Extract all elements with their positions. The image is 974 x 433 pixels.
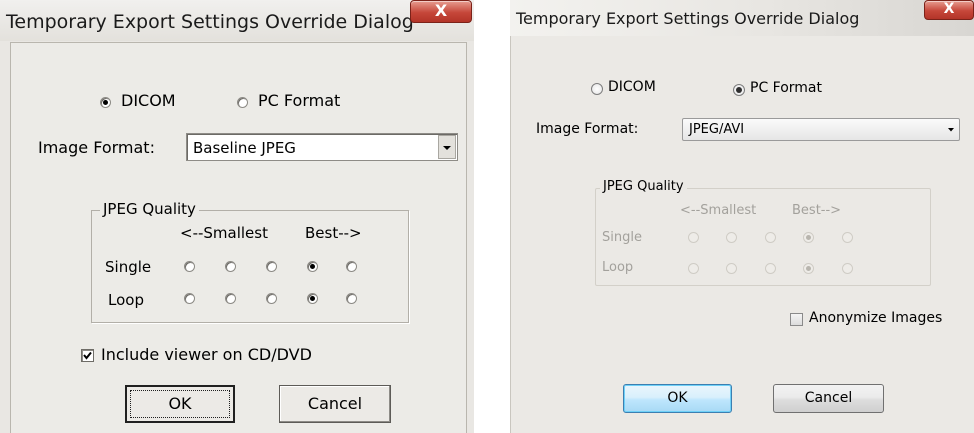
anonymize-images-label: Anonymize Images: [809, 310, 943, 326]
loop-row-label: Loop: [108, 291, 144, 309]
quality-loop-radio-2[interactable]: [225, 293, 236, 304]
quality-loop-radio-3[interactable]: [266, 293, 277, 304]
quality-single-radio-4[interactable]: [803, 232, 814, 243]
pc-format-radio[interactable]: [237, 97, 248, 108]
smallest-label: <--Smallest: [680, 203, 757, 218]
jpeg-quality-group: JPEG Quality <--Smallest Best--> Single …: [91, 200, 409, 323]
quality-loop-radio-5[interactable]: [346, 293, 357, 304]
dialog-body: DICOM PC Format Image Format: Baseline J…: [10, 42, 467, 433]
loop-row-label: Loop: [602, 260, 634, 275]
quality-single-radio-2[interactable]: [726, 232, 737, 243]
checkmark-icon: [83, 351, 92, 360]
jpeg-quality-group: JPEG Quality <--Smallest Best--> Single …: [595, 179, 931, 286]
single-row-label: Single: [602, 230, 642, 245]
image-format-label: Image Format:: [38, 138, 155, 157]
dialog-body: DICOM PC Format Image Format: JPEG/AVI J…: [510, 36, 974, 433]
best-label: Best-->: [792, 203, 842, 218]
close-icon: X: [434, 1, 448, 20]
image-format-select[interactable]: JPEG/AVI: [682, 118, 960, 141]
single-row-label: Single: [105, 258, 152, 276]
jpeg-quality-title: JPEG Quality: [100, 200, 199, 218]
image-format-value: Baseline JPEG: [193, 139, 296, 157]
dicom-label: DICOM: [121, 91, 176, 110]
quality-loop-radio-2[interactable]: [726, 263, 737, 274]
quality-single-radio-4[interactable]: [307, 261, 318, 272]
quality-loop-radio-4[interactable]: [803, 263, 814, 274]
anonymize-images-checkbox[interactable]: [790, 313, 803, 326]
image-format-label: Image Format:: [536, 121, 639, 137]
title-bar: Temporary Export Settings Override Dialo…: [0, 0, 474, 41]
pc-format-radio[interactable]: [733, 84, 745, 96]
dialog-title: Temporary Export Settings Override Dialo…: [6, 11, 414, 33]
close-button[interactable]: X: [410, 0, 472, 23]
cancel-label: Cancel: [804, 390, 853, 406]
quality-loop-radio-4[interactable]: [307, 293, 318, 304]
dialog-title: Temporary Export Settings Override Dialo…: [516, 9, 860, 28]
quality-loop-radio-1[interactable]: [688, 263, 699, 274]
cancel-button[interactable]: Cancel: [773, 384, 884, 413]
jpeg-quality-title: JPEG Quality: [600, 179, 687, 194]
cancel-button[interactable]: Cancel: [279, 385, 391, 423]
quality-loop-radio-5[interactable]: [842, 263, 853, 274]
include-viewer-label: Include viewer on CD/DVD: [101, 345, 312, 364]
quality-single-radio-1[interactable]: [688, 232, 699, 243]
close-button[interactable]: X: [924, 0, 974, 20]
include-viewer-checkbox[interactable]: [81, 349, 94, 362]
dropdown-button[interactable]: [943, 119, 959, 140]
quality-single-radio-3[interactable]: [266, 261, 277, 272]
quality-single-radio-1[interactable]: [184, 261, 195, 272]
chevron-down-icon: [948, 128, 954, 132]
image-format-select[interactable]: Baseline JPEG: [186, 133, 458, 161]
best-label: Best-->: [305, 224, 362, 242]
export-settings-dialog-classic: Temporary Export Settings Override Dialo…: [0, 0, 474, 433]
ok-label: OK: [667, 390, 688, 406]
dicom-radio[interactable]: [591, 83, 603, 95]
focus-ring: [130, 390, 230, 418]
dicom-radio[interactable]: [100, 97, 111, 108]
pc-format-label: PC Format: [750, 80, 823, 96]
dropdown-button[interactable]: [438, 135, 456, 159]
quality-single-radio-5[interactable]: [842, 232, 853, 243]
quality-single-radio-2[interactable]: [225, 261, 236, 272]
pc-format-label: PC Format: [258, 91, 341, 110]
export-settings-dialog-modern: Temporary Export Settings Override Dialo…: [510, 0, 974, 433]
close-icon: X: [943, 1, 955, 17]
quality-single-radio-5[interactable]: [346, 261, 357, 272]
quality-loop-radio-1[interactable]: [184, 293, 195, 304]
ok-button[interactable]: OK: [125, 385, 235, 423]
image-format-value: JPEG/AVI: [689, 122, 745, 137]
title-bar: Temporary Export Settings Override Dialo…: [510, 0, 974, 36]
chevron-down-icon: [443, 146, 451, 150]
smallest-label: <--Smallest: [180, 224, 268, 242]
dicom-label: DICOM: [608, 79, 656, 95]
ok-button[interactable]: OK: [623, 384, 732, 413]
quality-single-radio-3[interactable]: [765, 232, 776, 243]
cancel-label: Cancel: [307, 394, 363, 413]
quality-loop-radio-3[interactable]: [765, 263, 776, 274]
